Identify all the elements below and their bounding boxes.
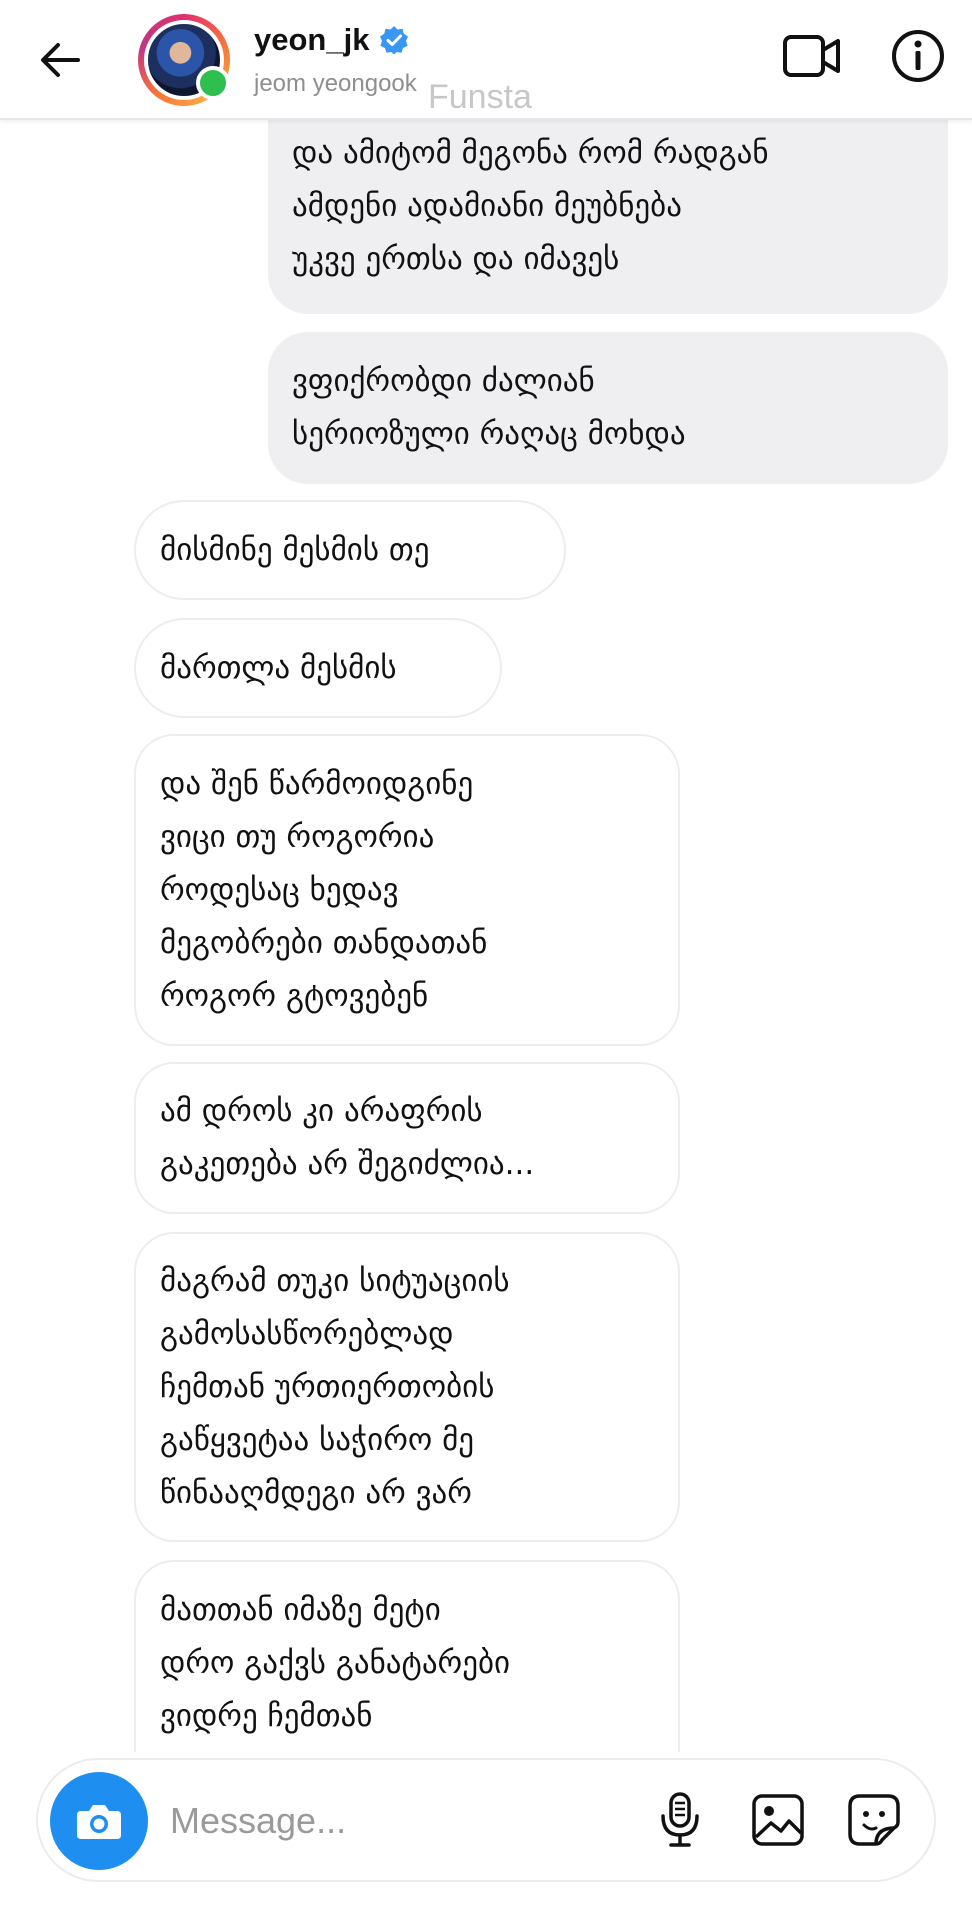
chat-screen: yeon_jk jeom yeongook Funsta და ამიტომ მ… [0, 0, 972, 1920]
received-message[interactable]: მაგრამ თუკი სიტუაციის გამოსასწორებლად ჩე… [134, 1232, 680, 1542]
camera-button[interactable] [50, 1772, 148, 1870]
info-button[interactable] [888, 26, 948, 86]
arrow-left-icon [41, 43, 80, 77]
info-icon [892, 30, 944, 82]
received-message[interactable]: ამ დროს კი არაფრის გაკეთება არ შეგიძლია.… [134, 1062, 680, 1214]
message-composer [36, 1758, 936, 1882]
message-input[interactable] [168, 1790, 652, 1852]
username: yeon_jk [254, 22, 370, 57]
camera-icon [77, 1805, 121, 1839]
display-name: jeom yeongook [254, 70, 417, 97]
microphone-icon [661, 1792, 699, 1847]
sent-message[interactable]: ვფიქრობდი ძალიან სერიოზული რაღაც მოხდა [268, 332, 948, 484]
avatar[interactable] [138, 14, 230, 106]
video-call-button[interactable] [780, 24, 844, 88]
received-message[interactable]: მართლა მესმის [134, 618, 502, 718]
received-message[interactable]: და შენ წარმოიდგინე ვიცი თუ როგორია როდეს… [134, 734, 680, 1046]
sticker-button[interactable] [842, 1788, 906, 1852]
username-row[interactable]: yeon_jk [254, 22, 409, 58]
gallery-icon [752, 1794, 804, 1846]
sticker-icon [848, 1794, 900, 1846]
watermark: Funsta [428, 78, 532, 116]
online-status-dot [196, 66, 230, 100]
received-message[interactable]: მათთან იმაზე მეტი დრო გაქვს განატარები ვ… [134, 1560, 680, 1752]
received-message[interactable]: მისმინე მესმის თე [134, 500, 566, 600]
voice-message-button[interactable] [650, 1788, 710, 1852]
back-button[interactable] [30, 30, 90, 90]
verified-badge-icon [380, 26, 409, 55]
gallery-button[interactable] [746, 1788, 810, 1852]
video-call-icon [783, 35, 840, 77]
sent-message[interactable]: და ამიტომ მეგონა რომ რადგან ამდენი ადამი… [268, 98, 948, 314]
